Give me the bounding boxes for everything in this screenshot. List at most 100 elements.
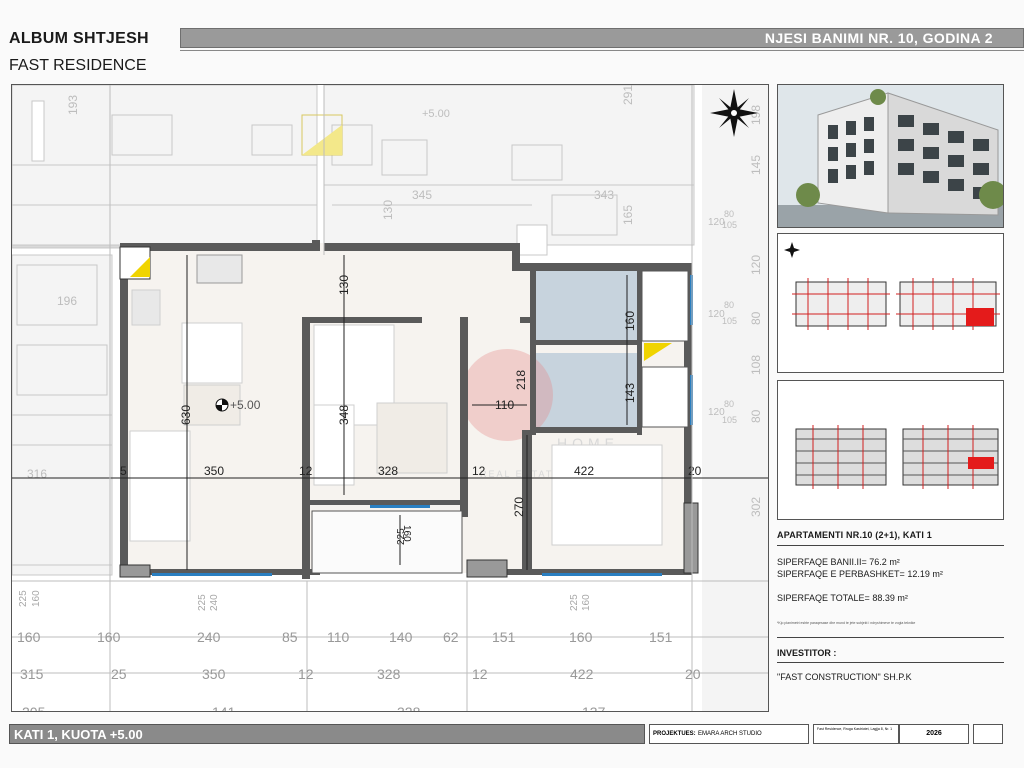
area-total-value: 88.39 m²: [872, 593, 908, 603]
unit-title-bar: NJESI BANIMI NR. 10, GODINA 2: [180, 28, 1024, 48]
shaft-2: [641, 366, 689, 428]
svg-text:316: 316: [27, 467, 47, 481]
year-text: 2026: [926, 730, 942, 737]
svg-text:343: 343: [594, 188, 614, 202]
area-usable-label: SIPERFAQE BANII.II=: [777, 557, 867, 567]
area-common-label: SIPERFAQE E PERBASHKET=: [777, 569, 905, 579]
svg-text:160: 160: [31, 590, 42, 607]
svg-text:160: 160: [97, 629, 121, 645]
bottom-dims-row1: 160 160 240 85 110 140 62 151 160 151: [17, 629, 673, 645]
svg-text:62: 62: [443, 629, 459, 645]
svg-text:110: 110: [327, 629, 350, 645]
highlighted-unit: [966, 308, 994, 326]
svg-text:130: 130: [381, 200, 395, 220]
svg-text:105: 105: [722, 415, 737, 425]
svg-text:12: 12: [472, 666, 488, 682]
svg-text:108: 108: [749, 355, 763, 375]
floor-level-label: KATI 1, KUOTA +5.00: [14, 727, 143, 742]
svg-text:130: 130: [337, 275, 351, 295]
svg-text:291: 291: [621, 85, 635, 105]
svg-text:+5.00: +5.00: [230, 398, 261, 412]
svg-text:225: 225: [18, 590, 29, 607]
svg-text:345: 345: [412, 188, 432, 202]
svg-text:350: 350: [204, 464, 224, 478]
highlighted-floor: [968, 457, 994, 469]
svg-text:422: 422: [574, 464, 594, 478]
svg-text:302: 302: [749, 497, 763, 517]
svg-text:270: 270: [512, 497, 526, 517]
svg-text:165: 165: [621, 205, 635, 225]
svg-text:240: 240: [197, 629, 221, 645]
address-text: Fast Residence, Rruga Kastriotet, Lagjja…: [817, 727, 893, 731]
svg-text:140: 140: [389, 629, 413, 645]
svg-text:85: 85: [282, 629, 298, 645]
sheet-number-box: [973, 724, 1003, 744]
album-title: ALBUM SHTJESH: [9, 30, 149, 47]
faded-neighbour-right: [702, 85, 768, 711]
apartment-title: APARTAMENTI NR.10 (2+1), KATI 1: [777, 530, 932, 540]
svg-text:+5.00: +5.00: [422, 108, 450, 120]
svg-text:105: 105: [722, 316, 737, 326]
info-divider-3: [777, 662, 1004, 663]
svg-text:110: 110: [495, 398, 514, 412]
floor-level-bar: KATI 1, KUOTA +5.00: [9, 724, 645, 744]
svg-text:193: 193: [66, 95, 80, 115]
svg-text:240: 240: [209, 594, 220, 611]
designer-label: PROJEKTUES:: [653, 731, 696, 737]
area-common-row: SIPERFAQE E PERBASHKET= 12.19 m²: [777, 569, 943, 579]
key-plan-floor: [777, 233, 1004, 373]
area-usable-row: SIPERFAQE BANII.II= 76.2 m²: [777, 557, 900, 567]
svg-text:80: 80: [724, 300, 734, 310]
area-usable-value: 76.2 m²: [869, 557, 900, 567]
disclaimer-note: *Kjo planimetri eshte paraqesase dhe mun…: [777, 621, 916, 625]
investor-name: "FAST CONSTRUCTION" SH.P.K: [777, 672, 912, 682]
svg-text:225: 225: [197, 594, 208, 611]
bathroom-1: [535, 265, 640, 345]
svg-text:196: 196: [57, 294, 77, 308]
project-name: FAST RESIDENCE: [9, 57, 147, 74]
drawing-sheet: ALBUM SHTJESH FAST RESIDENCE NJESI BANIM…: [0, 0, 1024, 768]
svg-text:12: 12: [298, 666, 314, 682]
faded-small-dims: 225 160 225 240 225 160: [18, 590, 592, 611]
svg-text:151: 151: [492, 629, 516, 645]
svg-text:145: 145: [749, 155, 763, 175]
svg-text:105: 105: [722, 220, 737, 230]
bottom-dims-row2: 315 25 350 12 328 12 422 20: [20, 666, 701, 682]
balcony: [311, 510, 463, 574]
svg-text:218: 218: [514, 370, 528, 390]
svg-text:120: 120: [749, 255, 763, 275]
designer-box: PROJEKTUES: EMARA ARCH STUDIO: [649, 724, 809, 744]
svg-text:137: 137: [582, 704, 606, 712]
svg-text:160: 160: [581, 594, 592, 611]
investor-label: INVESTITOR :: [777, 648, 837, 658]
svg-text:630: 630: [179, 405, 193, 425]
compass-small-icon: [784, 242, 800, 258]
svg-text:315: 315: [20, 666, 44, 682]
floor-plan: 193 345 343 130 165 291 +5.00 196 316 19…: [11, 84, 769, 712]
year-box: 2026: [899, 724, 969, 744]
area-common-value: 12.19 m²: [907, 569, 943, 579]
svg-text:5: 5: [120, 464, 127, 478]
svg-text:143: 143: [623, 383, 637, 403]
floor-plan-drawing: 193 345 343 130 165 291 +5.00 196 316 19…: [12, 85, 768, 712]
svg-text:160: 160: [17, 629, 41, 645]
svg-text:160: 160: [401, 525, 412, 542]
shaft-1: [641, 270, 689, 342]
svg-text:348: 348: [337, 405, 351, 425]
svg-text:151: 151: [649, 629, 673, 645]
faded-neighbour-top: [12, 85, 695, 256]
svg-text:25: 25: [111, 666, 127, 682]
building-render-image: [777, 84, 1004, 228]
svg-text:80: 80: [724, 399, 734, 409]
svg-text:422: 422: [570, 666, 594, 682]
level-marker-icon: [215, 398, 229, 412]
svg-text:205: 205: [22, 704, 46, 712]
svg-text:141: 141: [212, 704, 236, 712]
svg-text:160: 160: [623, 311, 637, 331]
svg-text:80: 80: [749, 311, 763, 325]
area-total-row: SIPERFAQE TOTALE= 88.39 m²: [777, 593, 908, 603]
info-divider-1: [777, 545, 1004, 546]
svg-text:20: 20: [685, 666, 701, 682]
header-divider: [180, 50, 1024, 51]
designer-name: EMARA ARCH STUDIO: [698, 731, 762, 737]
